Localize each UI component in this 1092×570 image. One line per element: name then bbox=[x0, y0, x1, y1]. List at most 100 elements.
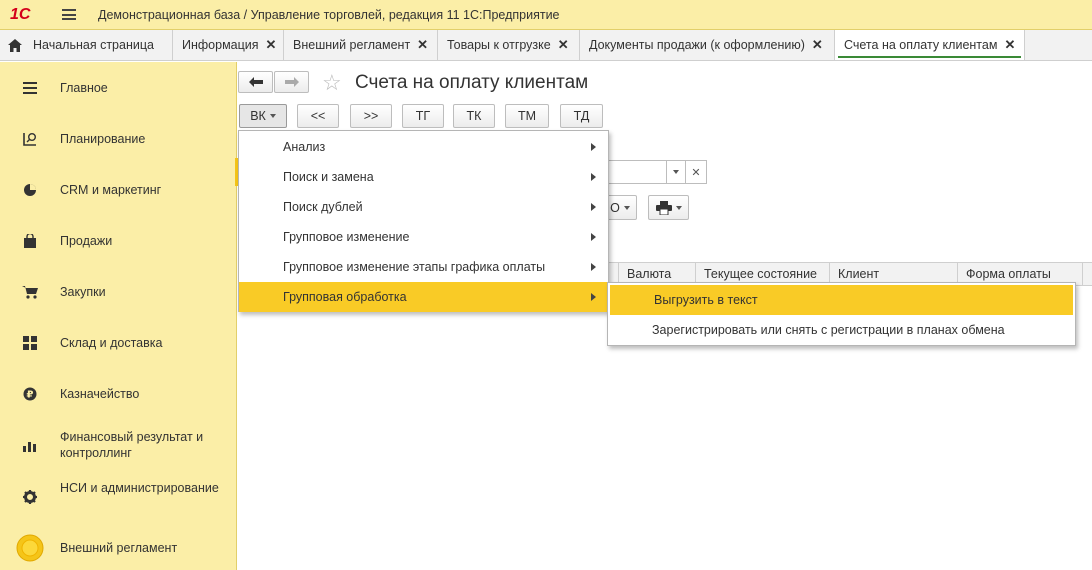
sidebar-item-label: Главное bbox=[60, 81, 108, 95]
sidebar-item-planning[interactable]: Планирование bbox=[0, 129, 237, 149]
menu-item-label: Групповое изменение этапы графика оплаты bbox=[283, 260, 546, 274]
menu-item-label: Групповая обработка bbox=[283, 290, 407, 304]
sidebar-item-admin[interactable]: НСИ и администрирование bbox=[0, 479, 237, 513]
planning-icon bbox=[20, 129, 40, 149]
forward-button[interactable] bbox=[274, 71, 309, 93]
menu-item-group-change-payment-stages[interactable]: Групповое изменение этапы графика оплаты bbox=[239, 252, 608, 282]
tab-goods-to-ship[interactable]: Товары к отгрузке ✕ bbox=[438, 30, 580, 60]
favorite-star-icon[interactable]: ☆ bbox=[322, 70, 342, 96]
tab-label: Начальная страница bbox=[33, 38, 154, 52]
gear-icon bbox=[20, 487, 40, 507]
title-bar: 1С Демонстрационная база / Управление то… bbox=[0, 0, 1092, 30]
button-label: ТК bbox=[466, 109, 482, 123]
chevron-down-icon bbox=[673, 170, 679, 174]
vk-button[interactable]: ВК bbox=[239, 104, 287, 128]
tab-info[interactable]: Информация ✕ bbox=[173, 30, 284, 60]
filter-clear-button[interactable]: ✕ bbox=[686, 160, 707, 184]
tabs-bar: Начальная страница Информация ✕ Внешний … bbox=[0, 30, 1092, 61]
menu-item-label: Поиск и замена bbox=[283, 170, 374, 184]
yellow-circle-icon bbox=[16, 534, 44, 562]
sidebar-item-label: Продажи bbox=[60, 234, 113, 248]
column-next[interactable] bbox=[1082, 263, 1092, 285]
button-label: ТМ bbox=[517, 109, 537, 123]
sidebar: Главное Планирование CRM и маркетинг Про… bbox=[0, 62, 237, 570]
shopping-bag-icon bbox=[20, 231, 40, 251]
chevron-right-icon bbox=[591, 293, 596, 301]
tk-button[interactable]: ТК bbox=[453, 104, 495, 128]
chevron-down-icon bbox=[269, 114, 276, 118]
home-icon bbox=[8, 38, 22, 52]
close-icon[interactable]: ✕ bbox=[266, 37, 277, 53]
close-icon[interactable]: ✕ bbox=[812, 37, 823, 53]
close-icon[interactable]: ✕ bbox=[1004, 37, 1015, 53]
chevron-right-icon bbox=[591, 173, 596, 181]
sidebar-item-label: Склад и доставка bbox=[60, 336, 163, 350]
sidebar-item-label: Внешний регламент bbox=[60, 541, 178, 555]
sidebar-item-financial-result[interactable]: Финансовый результат и контроллинг bbox=[0, 428, 237, 462]
td-button[interactable]: ТД bbox=[560, 104, 603, 128]
sidebar-item-purchases[interactable]: Закупки bbox=[0, 282, 237, 302]
menu-item-group-processing[interactable]: Групповая обработка bbox=[239, 282, 608, 312]
bar-chart-icon bbox=[20, 436, 40, 456]
vk-label: ВК bbox=[250, 109, 266, 123]
tab-client-invoices[interactable]: Счета на оплату клиентам ✕ bbox=[835, 30, 1025, 60]
logo-text: 1С bbox=[10, 5, 31, 23]
menu-item-analysis[interactable]: Анализ bbox=[239, 132, 608, 162]
chevron-right-icon bbox=[591, 203, 596, 211]
sidebar-item-label: Казначейство bbox=[60, 387, 140, 401]
main-menu-icon[interactable] bbox=[62, 9, 76, 20]
app-title: Демонстрационная база / Управление торго… bbox=[98, 7, 560, 22]
back-button[interactable] bbox=[238, 71, 273, 93]
menu-item-group-change[interactable]: Групповое изменение bbox=[239, 222, 608, 252]
page-title: Счета на оплату клиентам bbox=[355, 72, 589, 93]
1c-logo[interactable]: 1С bbox=[10, 4, 50, 26]
sidebar-item-label: Финансовый результат и контроллинг bbox=[60, 430, 204, 460]
menu-item-label: Зарегистрировать или снять с регистрации… bbox=[652, 323, 1005, 337]
menu-item-label: Поиск дублей bbox=[283, 200, 363, 214]
printer-icon bbox=[655, 200, 672, 215]
menu-item-label: Анализ bbox=[283, 140, 326, 154]
menu-item-export-to-text[interactable]: Выгрузить в текст bbox=[610, 285, 1073, 315]
sidebar-item-external-reglament[interactable]: Внешний регламент bbox=[0, 534, 237, 562]
pie-chart-icon bbox=[20, 180, 40, 200]
shopping-cart-icon bbox=[20, 282, 40, 302]
chevron-down-icon bbox=[675, 205, 682, 210]
next-button[interactable]: >> bbox=[350, 104, 392, 128]
arrow-right-icon bbox=[284, 77, 299, 87]
menu-item-find-duplicates[interactable]: Поиск дублей bbox=[239, 192, 608, 222]
menu-item-search-replace[interactable]: Поиск и замена bbox=[239, 162, 608, 192]
button-label: >> bbox=[363, 109, 379, 123]
filter-dropdown-button[interactable] bbox=[666, 160, 686, 184]
close-icon[interactable]: ✕ bbox=[417, 37, 428, 53]
chevron-down-icon bbox=[623, 205, 630, 210]
tab-home[interactable]: Начальная страница bbox=[0, 30, 173, 60]
warehouse-grid-icon bbox=[20, 333, 40, 353]
more-actions-menu: Анализ Поиск и замена Поиск дублей Групп… bbox=[238, 130, 609, 312]
sidebar-item-main[interactable]: Главное bbox=[0, 78, 237, 98]
tab-label: Информация bbox=[182, 38, 259, 52]
button-label: << bbox=[310, 109, 326, 123]
chevron-right-icon bbox=[591, 143, 596, 151]
button-label: ТГ bbox=[415, 109, 431, 123]
filter-input[interactable] bbox=[606, 160, 668, 184]
tg-button[interactable]: ТГ bbox=[402, 104, 444, 128]
tab-label: Документы продажи (к оформлению) bbox=[589, 38, 805, 52]
sidebar-item-label: Планирование bbox=[60, 132, 146, 146]
menu-item-register-exchange-plans[interactable]: Зарегистрировать или снять с регистрации… bbox=[608, 315, 1075, 345]
tm-button[interactable]: ТМ bbox=[505, 104, 549, 128]
ruble-coin-icon: ₽ bbox=[20, 384, 40, 404]
sidebar-item-crm[interactable]: CRM и маркетинг bbox=[0, 180, 237, 200]
sidebar-item-treasury[interactable]: ₽ Казначейство bbox=[0, 384, 237, 404]
menu-item-label: Выгрузить в текст bbox=[654, 293, 758, 307]
button-label: О bbox=[610, 200, 620, 215]
sidebar-item-warehouse[interactable]: Склад и доставка bbox=[0, 333, 237, 353]
sidebar-item-sales[interactable]: Продажи bbox=[0, 231, 237, 251]
sidebar-item-label: НСИ и администрирование bbox=[60, 481, 219, 495]
tab-sales-documents[interactable]: Документы продажи (к оформлению) ✕ bbox=[580, 30, 835, 60]
print-button[interactable] bbox=[648, 195, 689, 220]
prev-button[interactable]: << bbox=[297, 104, 339, 128]
sidebar-item-label: CRM и маркетинг bbox=[60, 183, 162, 197]
close-icon[interactable]: ✕ bbox=[558, 37, 569, 53]
group-processing-submenu: Выгрузить в текст Зарегистрировать или с… bbox=[607, 282, 1076, 346]
tab-external-reglament[interactable]: Внешний регламент ✕ bbox=[284, 30, 438, 60]
